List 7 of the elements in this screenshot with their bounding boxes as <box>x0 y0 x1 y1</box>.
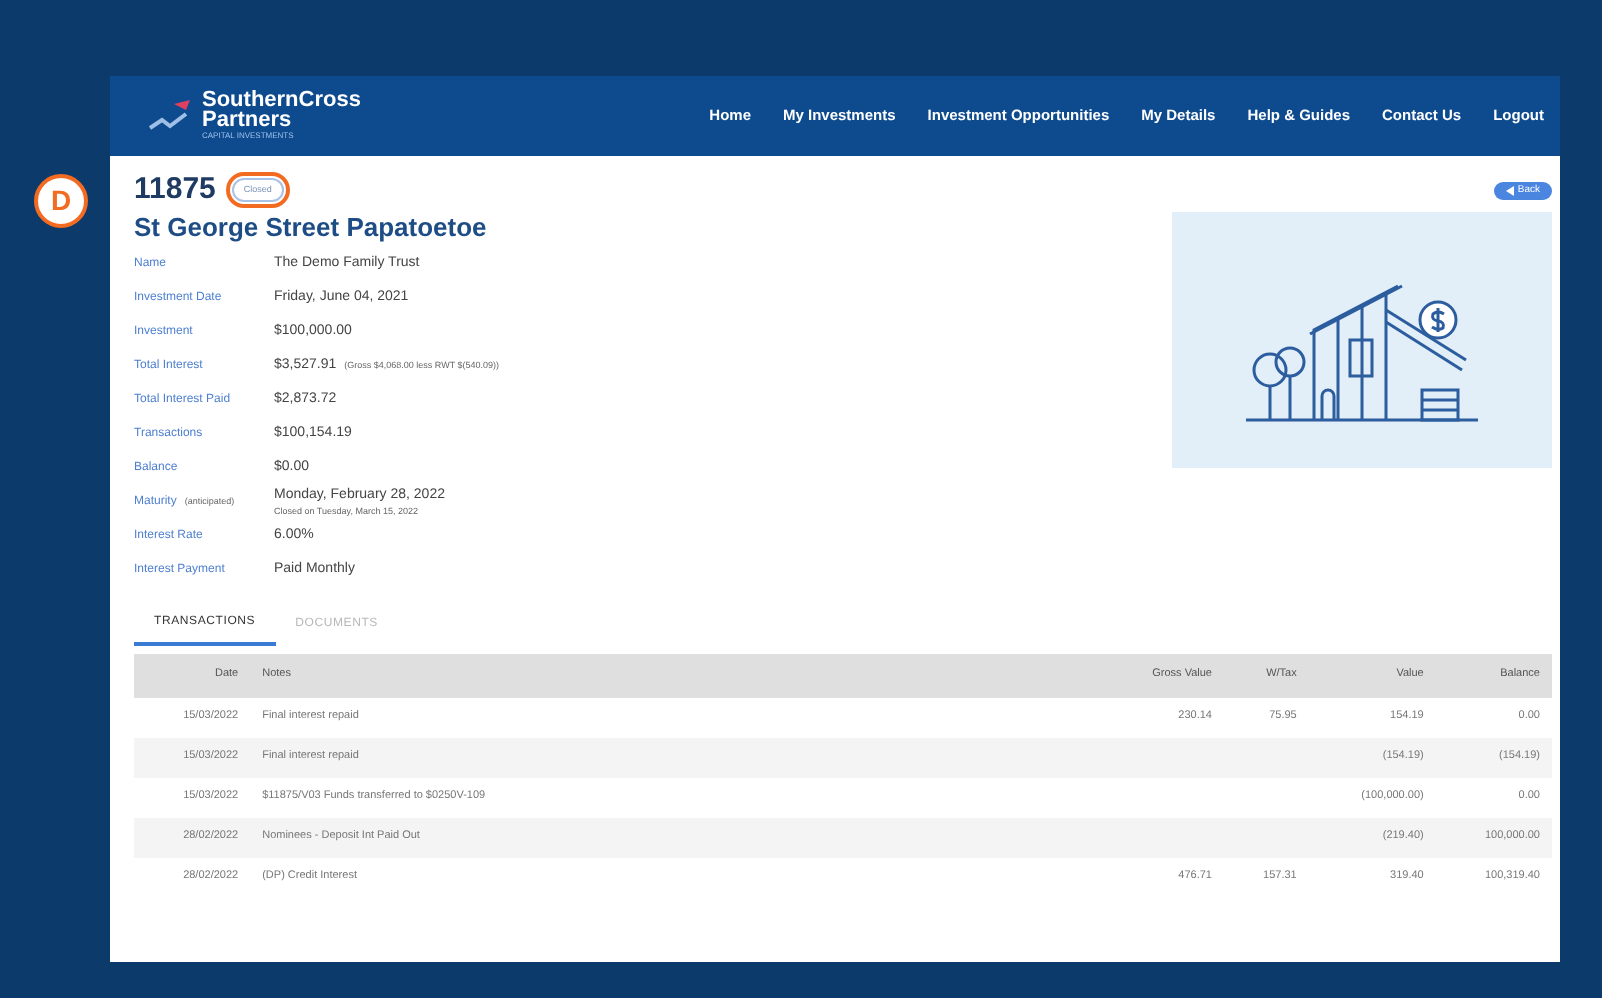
investment-title: St George Street Papatoetoe <box>134 212 489 244</box>
annotation-marker: D <box>34 174 88 228</box>
investment-number: 11875 <box>134 172 216 208</box>
logo-icon <box>146 98 194 134</box>
back-arrow-icon <box>1505 185 1514 195</box>
logo-text: Partners <box>202 110 294 130</box>
logo-text: SouthernCross <box>202 90 361 110</box>
